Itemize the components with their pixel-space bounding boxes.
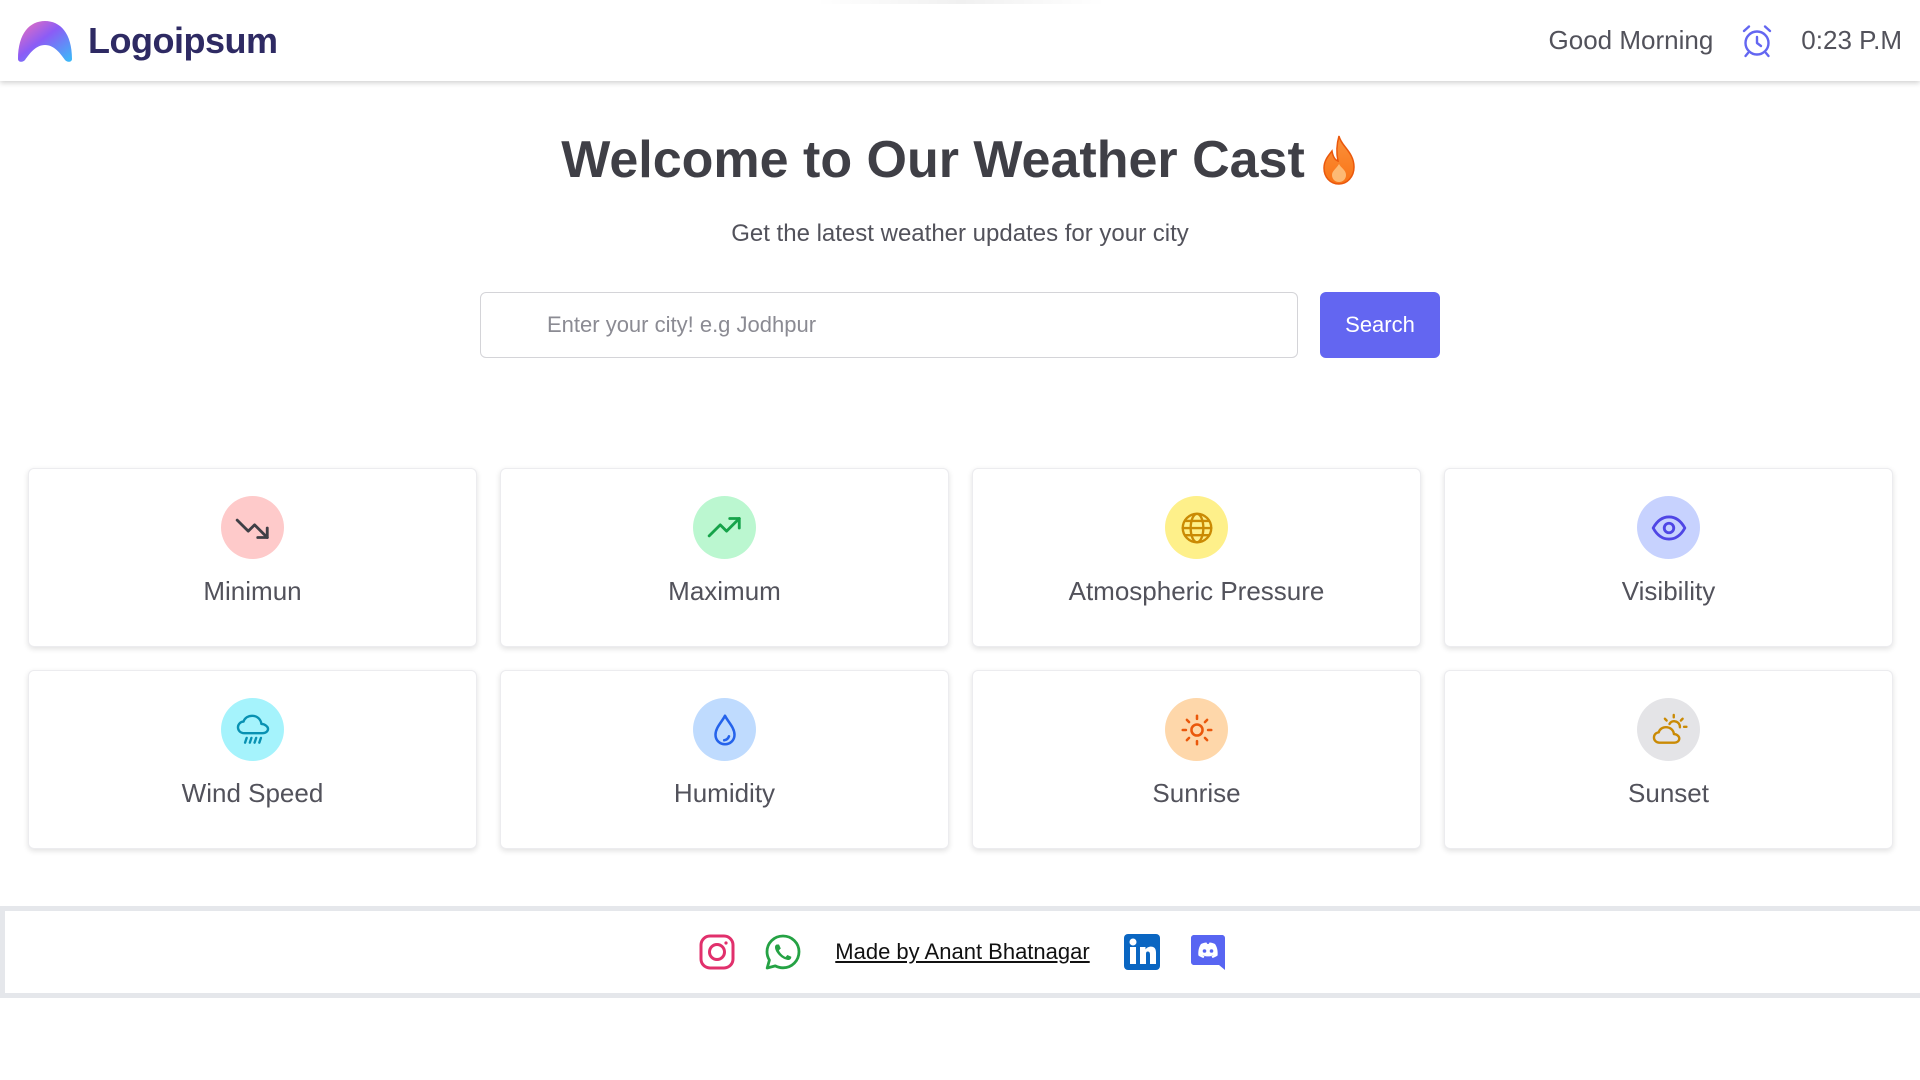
sun-icon <box>1180 713 1213 746</box>
top-navbar: Logoipsum Good Morning 0:23 P.M <box>0 0 1920 81</box>
droplet-icon <box>713 713 736 746</box>
card-icon-badge <box>1165 496 1228 559</box>
footer: Made by Anant Bhatnagar <box>0 906 1920 998</box>
search-button[interactable]: Search <box>1320 292 1440 358</box>
card-label: Minimun <box>203 576 302 606</box>
card-icon-badge <box>221 496 284 559</box>
trending-down-icon <box>235 518 269 539</box>
search-bar: Search <box>480 292 1441 358</box>
card-sunrise[interactable]: Sunrise <box>972 670 1421 849</box>
linkedin-icon[interactable] <box>1122 932 1162 972</box>
card-icon-badge <box>1637 698 1700 761</box>
weather-cards-grid: Minimun Maximum Atmospheric Pressure Vis… <box>28 468 1896 849</box>
card-label: Atmospheric Pressure <box>1068 576 1325 606</box>
card-label: Sunrise <box>1152 778 1241 808</box>
card-label: Humidity <box>673 778 776 808</box>
brand-name: Logoipsum <box>88 19 278 61</box>
brand[interactable]: Logoipsum <box>16 19 278 63</box>
alarm-clock-icon <box>1743 24 1772 57</box>
card-label: Maximum <box>668 576 781 606</box>
eye-icon <box>1651 514 1686 541</box>
card-icon-badge <box>693 496 756 559</box>
card-label: Wind Speed <box>181 778 324 808</box>
card-icon-badge <box>693 698 756 761</box>
logoipsum-logo <box>18 20 72 62</box>
cloud-rain-icon <box>236 714 269 744</box>
card-icon-badge <box>1165 698 1228 761</box>
instagram-icon[interactable] <box>697 932 737 972</box>
page-title: Welcome to Our Weather Cast <box>561 130 1359 190</box>
hero-section: Welcome to Our Weather Cast Get the late… <box>0 130 1920 248</box>
card-label: Sunset <box>1628 778 1709 808</box>
clock-time: 0:23 P.M <box>1801 25 1902 55</box>
card-label: Visibility <box>1621 576 1716 606</box>
discord-icon[interactable] <box>1188 932 1228 972</box>
fire-icon <box>1323 135 1355 185</box>
whatsapp-icon[interactable] <box>763 932 803 972</box>
globe-icon <box>1181 512 1212 543</box>
card-maximum[interactable]: Maximum <box>500 468 949 647</box>
card-sunset[interactable]: Sunset <box>1444 670 1893 849</box>
card-wind-speed[interactable]: Wind Speed <box>28 670 477 849</box>
page-title-text: Welcome to Our Weather Cast <box>561 131 1305 189</box>
cloud-sun-icon <box>1652 713 1688 744</box>
header-right: Good Morning 0:23 P.M <box>1549 23 1904 59</box>
top-edge-tab <box>816 0 1106 4</box>
card-icon-badge <box>1637 496 1700 559</box>
author-credit-link[interactable]: Made by Anant Bhatnagar <box>835 939 1089 965</box>
card-minimum[interactable]: Minimun <box>28 468 477 647</box>
greeting-text: Good Morning <box>1548 25 1714 55</box>
card-visibility[interactable]: Visibility <box>1444 468 1893 647</box>
trending-up-icon <box>707 516 741 537</box>
page-subtitle: Get the latest weather updates for your … <box>731 220 1189 247</box>
card-humidity[interactable]: Humidity <box>500 670 949 849</box>
city-search-input[interactable] <box>480 292 1298 358</box>
card-atmospheric-pressure[interactable]: Atmospheric Pressure <box>972 468 1421 647</box>
card-icon-badge <box>221 698 284 761</box>
